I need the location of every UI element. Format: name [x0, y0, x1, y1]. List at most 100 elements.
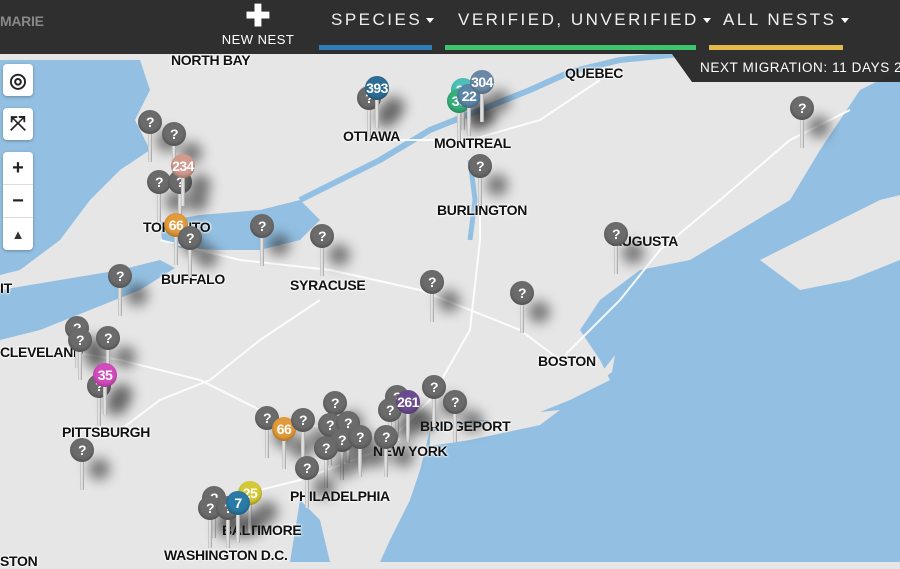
verification-underline [445, 45, 696, 50]
pin-stick [265, 428, 269, 458]
pin-stick [157, 192, 161, 222]
question-mark-icon: ? [138, 110, 162, 134]
pin-stick [614, 244, 618, 274]
pin-stick [282, 439, 286, 469]
pin-shadow [383, 96, 405, 118]
pin-stick [226, 518, 230, 548]
verification-filter-label: VERIFIED, UNVERIFIED [458, 10, 699, 29]
pin-shadow [461, 410, 483, 432]
question-mark-icon: ? [178, 226, 202, 250]
pin-stick [80, 460, 84, 490]
question-mark-icon: ? [443, 390, 467, 414]
pin-stick [208, 518, 212, 548]
pin-shadow [808, 116, 830, 138]
pin-stick [430, 292, 434, 322]
pin-shadow [111, 383, 133, 405]
question-mark-icon: ? [295, 456, 319, 480]
pin-shadow [438, 290, 460, 312]
pin-shadow [244, 511, 266, 533]
question-mark-icon: ? [314, 436, 338, 460]
cluster-count: 261 [396, 390, 420, 414]
zoom-controls: + − ▲ [3, 152, 33, 250]
pin-stick [103, 385, 107, 415]
city-label: BOSTON [538, 353, 596, 369]
map-canvas[interactable] [0, 0, 900, 562]
city-label: BURLINGTON [437, 202, 528, 218]
question-mark-icon: ? [604, 222, 628, 246]
pin-stick [453, 412, 457, 442]
species-filter[interactable]: SPECIES [331, 10, 435, 30]
pin-shadow [189, 174, 211, 196]
pin-stick [260, 236, 264, 266]
question-mark-icon: ? [108, 264, 132, 288]
zoom-out-button[interactable]: − [3, 184, 33, 217]
pin-stick [367, 108, 371, 138]
zoom-in-button[interactable]: + [3, 152, 33, 184]
question-mark-icon: ? [291, 408, 315, 432]
pin-shadow [332, 456, 354, 478]
question-mark-icon: ? [310, 224, 334, 248]
crosshair-icon: ◎ [9, 69, 27, 92]
pin-stick [467, 106, 471, 136]
cluster-count: 393 [365, 76, 389, 100]
city-label: PITTSBURGH [62, 424, 151, 440]
new-nest-label: NEW NEST [221, 32, 295, 47]
pin-stick [118, 286, 122, 316]
pin-shadow [88, 458, 110, 480]
pin-shadow [313, 476, 335, 498]
city-label: MARIE [0, 13, 44, 29]
chevron-down-icon [426, 18, 435, 24]
nests-filter[interactable]: ALL NESTS [723, 10, 849, 30]
question-mark-icon: ? [70, 438, 94, 462]
question-mark-icon: ? [510, 281, 534, 305]
pin-stick [236, 513, 240, 543]
pin-shadow [392, 445, 414, 467]
pin-stick [320, 246, 324, 276]
new-nest-button[interactable]: ✚ NEW NEST [218, 0, 298, 48]
question-mark-icon: ? [422, 375, 446, 399]
species-filter-label: SPECIES [331, 10, 423, 29]
pin-shadow [126, 284, 148, 306]
cluster-count: 7 [226, 491, 250, 515]
pin-stick [406, 412, 410, 442]
locate-button[interactable]: ◎ [3, 64, 33, 96]
cluster-count: 304 [470, 70, 494, 94]
pin-stick [478, 176, 482, 206]
city-label: NORTH BAY [171, 52, 251, 68]
nests-underline [709, 45, 843, 50]
pin-stick [375, 98, 379, 128]
pin-shadow [328, 244, 350, 266]
pin-stick [148, 132, 152, 162]
city-label: OTTAWA [343, 128, 401, 144]
migration-countdown: NEXT MIGRATION: 11 DAYS 2 [672, 54, 900, 82]
city-label: MONTREAL [434, 135, 511, 151]
north-arrow-icon[interactable]: ▲ [3, 217, 33, 250]
pin-stick [78, 350, 82, 380]
city-label: BUFFALO [161, 271, 226, 287]
question-mark-icon: ? [468, 154, 492, 178]
verification-filter[interactable]: VERIFIED, UNVERIFIED [458, 10, 711, 30]
cluster-count: 35 [93, 363, 117, 387]
city-label: IT [0, 280, 12, 296]
pin-shadow [488, 90, 510, 112]
question-mark-icon: ? [420, 270, 444, 294]
pin-stick [520, 303, 524, 333]
chevron-down-icon [702, 18, 711, 24]
pin-stick [97, 396, 101, 426]
question-mark-icon: ? [96, 326, 120, 350]
pin-shadow [268, 234, 290, 256]
expand-arrows-icon: ⤧ [10, 112, 26, 135]
pin-stick [432, 397, 436, 427]
pin-shadow [486, 174, 508, 196]
question-mark-icon: ? [68, 328, 92, 352]
pin-shadow [114, 346, 136, 368]
fullscreen-button[interactable]: ⤧ [3, 108, 33, 140]
question-mark-icon: ? [374, 425, 398, 449]
chevron-down-icon [840, 18, 849, 24]
pin-stick [358, 447, 362, 477]
cluster-count: 234 [171, 154, 195, 178]
pin-stick [305, 478, 309, 508]
plus-icon: ✚ [245, 0, 271, 33]
pin-stick [384, 447, 388, 477]
pin-stick [181, 176, 185, 206]
